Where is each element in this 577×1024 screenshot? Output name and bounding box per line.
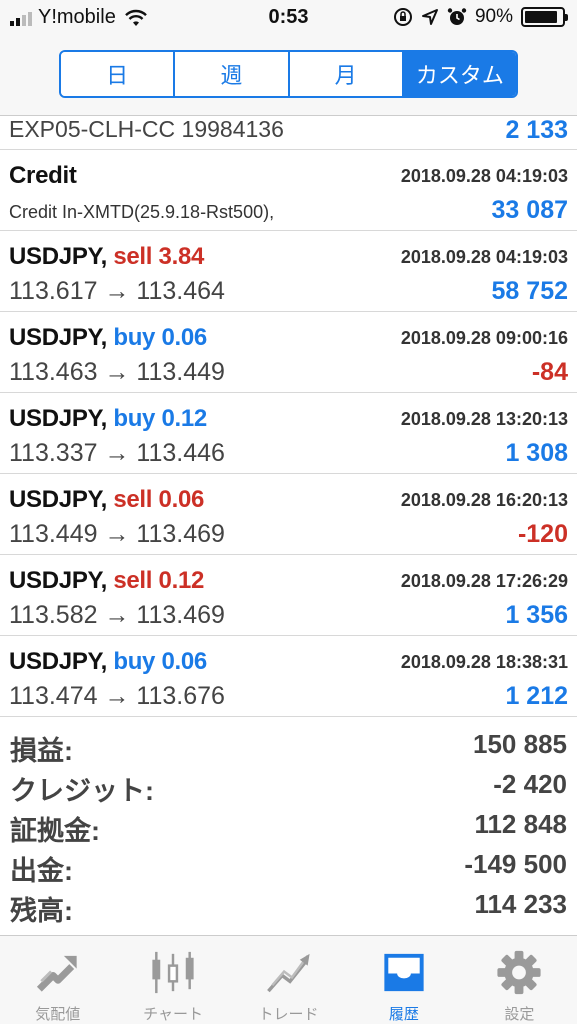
history-icon [384, 953, 424, 992]
history-header: 日 週 月 カスタム [0, 36, 577, 116]
summary-value: 114 233 [474, 889, 567, 919]
summary-label: 証拠金: [10, 816, 100, 846]
period-selector: 日 週 月 カスタム [59, 50, 518, 98]
trade-prices: 113.337 → 113.446 [9, 439, 225, 467]
trade-date: 2018.09.28 18:38:31 [400, 652, 568, 672]
row-title: Credit [9, 162, 77, 189]
trade-profit: 1 356 [505, 601, 568, 629]
summary-value: -2 420 [493, 769, 567, 799]
trade-row[interactable]: USDJPY, buy 0.12 2018.09.28 13:20:13 113… [0, 393, 577, 474]
trade-prices: 113.617 → 113.464 [9, 277, 225, 305]
trade-prices: 113.449 → 113.469 [9, 520, 225, 548]
trade-side: sell 0.12 [113, 567, 205, 594]
tab-history[interactable]: 履歴 [346, 936, 461, 1024]
trade-symbol: USDJPY, [9, 405, 107, 432]
status-indicators: 90% [393, 6, 568, 28]
trade-title: USDJPY, buy 0.06 [9, 648, 207, 676]
period-tab-month[interactable]: 月 [289, 52, 404, 96]
trade-symbol: USDJPY, [9, 243, 107, 270]
trade-row[interactable]: USDJPY, sell 3.84 2018.09.28 04:19:03 11… [0, 231, 577, 312]
history-row-credit[interactable]: Credit 2018.09.28 04:19:03 Credit In-XMT… [0, 150, 577, 231]
summary-label: 出金: [10, 856, 73, 886]
tab-label: トレード [258, 1006, 319, 1023]
trade-title: USDJPY, buy 0.12 [9, 405, 207, 433]
summary-value: 150 885 [473, 729, 567, 759]
trade-row[interactable]: USDJPY, sell 0.12 2018.09.28 17:26:29 11… [0, 555, 577, 636]
history-list: EXP05-CLH-CC 19984136 2 133 Credit 2018.… [0, 116, 577, 717]
tab-label: チャート [143, 1006, 204, 1023]
trade-side: buy 0.06 [113, 324, 207, 351]
summary-row-balance: 残高: 114 233 [0, 889, 577, 929]
trade-title: USDJPY, sell 0.12 [9, 567, 204, 595]
trade-date: 2018.09.28 09:00:16 [400, 328, 568, 348]
orientation-lock-icon [393, 8, 412, 26]
chart-icon [152, 951, 194, 994]
trade-side: sell 3.84 [113, 243, 205, 270]
battery-percent: 90% [474, 6, 513, 27]
period-tab-day[interactable]: 日 [61, 52, 176, 96]
tab-settings[interactable]: 設定 [462, 936, 577, 1024]
tab-label: 履歴 [388, 1006, 419, 1023]
bottom-tab-bar: 気配値 チャート トレード 履歴 設定 [0, 935, 577, 1024]
trade-symbol: USDJPY, [9, 648, 107, 675]
trade-profit: 1 308 [505, 439, 568, 467]
location-icon [421, 9, 438, 25]
row-description: Credit In-XMTD(25.9.18-Rst500), [9, 202, 275, 222]
trade-title: USDJPY, buy 0.06 [9, 324, 207, 352]
trade-symbol: USDJPY, [9, 324, 107, 351]
summary-row-withdrawal: 出金: -149 500 [0, 849, 577, 889]
trade-date: 2018.09.28 17:26:29 [400, 571, 568, 591]
account-summary: 損益: 150 885 クレジット: -2 420 証拠金: 112 848 出… [0, 729, 577, 929]
trade-side: buy 0.12 [113, 405, 207, 432]
summary-row-credit: クレジット: -2 420 [0, 769, 577, 809]
summary-label: 損益: [10, 736, 73, 766]
trade-title: USDJPY, sell 0.06 [9, 486, 204, 514]
settings-icon [497, 950, 541, 995]
tab-label: 気配値 [35, 1006, 81, 1023]
tab-trade[interactable]: トレード [231, 936, 346, 1024]
trade-icon [266, 953, 310, 993]
summary-value: 112 848 [474, 809, 567, 839]
row-description: EXP05-CLH-CC 19984136 [9, 116, 284, 142]
period-tab-custom[interactable]: カスタム [403, 52, 516, 96]
trade-prices: 113.463 → 113.449 [9, 358, 225, 386]
quotes-icon [36, 955, 77, 992]
summary-label: 残高: [10, 896, 73, 926]
trade-prices: 113.582 → 113.469 [9, 601, 225, 629]
row-amount: 33 087 [491, 196, 568, 224]
trade-row[interactable]: USDJPY, buy 0.06 2018.09.28 09:00:16 113… [0, 312, 577, 393]
trade-side: sell 0.06 [113, 486, 205, 513]
trade-profit: 58 752 [491, 277, 568, 305]
status-bar: Y!mobile 0:53 90% [0, 0, 577, 36]
summary-label: クレジット: [10, 776, 154, 806]
tab-label: 設定 [504, 1006, 535, 1023]
summary-row-profit: 損益: 150 885 [0, 729, 577, 769]
trade-profit: 1 212 [505, 682, 568, 710]
trade-prices: 113.474 → 113.676 [9, 682, 225, 710]
trade-profit: -120 [517, 520, 568, 548]
trade-row[interactable]: USDJPY, sell 0.06 2018.09.28 16:20:13 11… [0, 474, 577, 555]
trade-date: 2018.09.28 13:20:13 [400, 409, 568, 429]
trade-symbol: USDJPY, [9, 567, 107, 594]
trade-profit: -84 [531, 358, 568, 386]
summary-row-deposit: 証拠金: 112 848 [0, 809, 577, 849]
trade-side: buy 0.06 [113, 648, 207, 675]
summary-value: -149 500 [464, 849, 567, 879]
row-amount: 2 133 [505, 116, 568, 144]
period-tab-week[interactable]: 週 [175, 52, 290, 96]
trade-date: 2018.09.28 04:19:03 [400, 247, 568, 267]
tab-quotes[interactable]: 気配値 [0, 936, 115, 1024]
alarm-icon [447, 8, 467, 25]
trade-row[interactable]: USDJPY, buy 0.06 2018.09.28 18:38:31 113… [0, 636, 577, 717]
battery-icon [521, 7, 568, 27]
row-date: 2018.09.28 04:19:03 [400, 166, 568, 186]
tab-chart[interactable]: チャート [115, 936, 230, 1024]
trade-title: USDJPY, sell 3.84 [9, 243, 204, 271]
history-row-partial[interactable]: EXP05-CLH-CC 19984136 2 133 [0, 116, 577, 150]
trade-symbol: USDJPY, [9, 486, 107, 513]
trade-date: 2018.09.28 16:20:13 [400, 490, 568, 510]
